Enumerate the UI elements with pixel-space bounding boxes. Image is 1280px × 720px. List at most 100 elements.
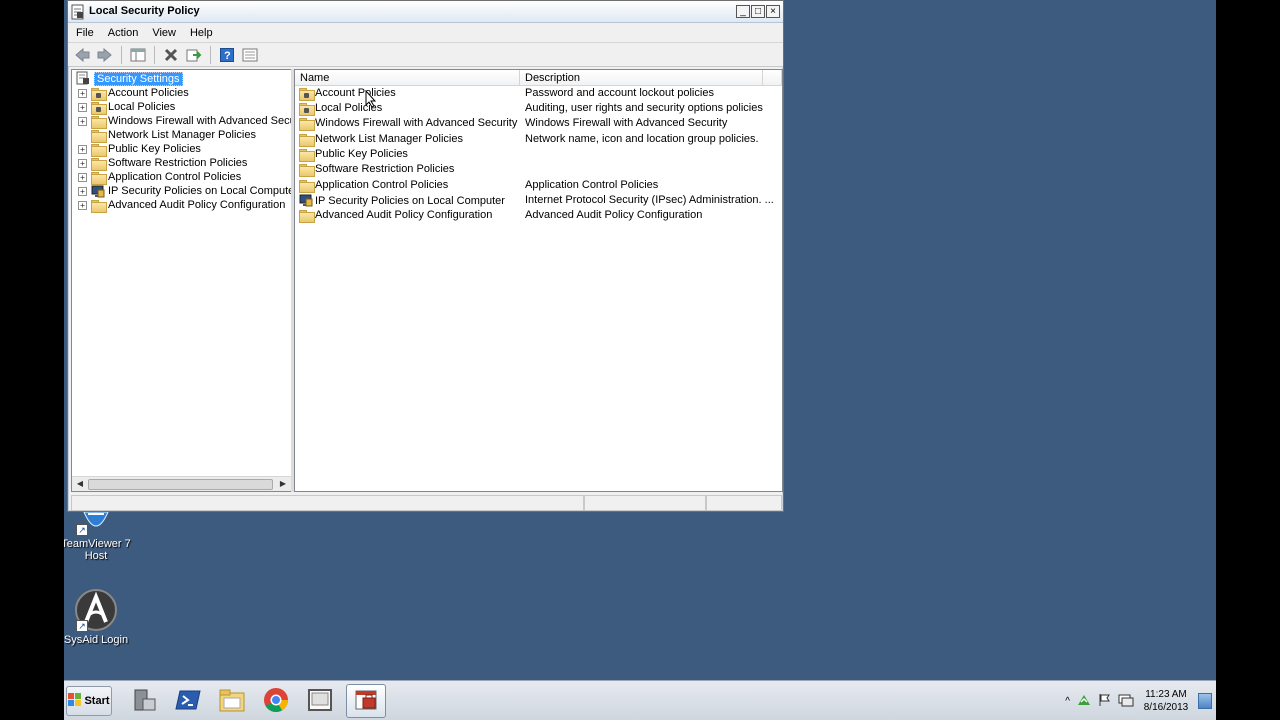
tree-item-public-key[interactable]: + Public Key Policies [78, 142, 201, 157]
toolbar-separator [210, 45, 211, 64]
ip-security-icon [299, 194, 313, 207]
properties-icon[interactable] [240, 46, 260, 64]
folder-lock-icon [299, 87, 315, 101]
folder-icon [91, 157, 107, 171]
toolbar-separator [154, 45, 155, 64]
list-row[interactable]: Advanced Audit Policy Configuration Adva… [295, 208, 782, 223]
menu-action[interactable]: Action [108, 27, 139, 39]
column-header-filler [763, 70, 782, 86]
menu-view[interactable]: View [152, 27, 176, 39]
row-description: Windows Firewall with Advanced Security [525, 117, 728, 129]
list-row[interactable]: Windows Firewall with Advanced Security … [295, 116, 782, 131]
shortcut-arrow-icon: ↗ [76, 620, 88, 632]
folder-icon [91, 115, 107, 129]
list-row[interactable]: Public Key Policies [295, 147, 782, 162]
menu-bar: File Action View Help [68, 23, 783, 43]
tree-item-label: Advanced Audit Policy Configuration [108, 199, 286, 211]
tree-item-advanced-audit[interactable]: + Advanced Audit Policy Configuration [78, 198, 286, 213]
tree-item-account-policies[interactable]: + Account Policies [78, 86, 189, 101]
network-icon[interactable] [1076, 693, 1092, 710]
tree-item-software-restriction[interactable]: + Software Restriction Policies [78, 156, 247, 171]
taskbar-local-security-policy[interactable] [346, 684, 386, 718]
server-manager-icon [131, 687, 157, 716]
list-row[interactable]: IP Security Policies on Local Computer I… [295, 193, 782, 208]
delete-icon[interactable] [161, 46, 181, 64]
tree-item-application-control[interactable]: + Application Control Policies [78, 170, 241, 185]
clock[interactable]: 11:23 AM 8/16/2013 [1140, 688, 1192, 714]
expand-icon[interactable]: + [78, 172, 87, 182]
row-name: IP Security Policies on Local Computer [315, 194, 505, 207]
tree-item-network-list-manager[interactable]: + Network List Manager Policies [78, 128, 256, 143]
tree-item-windows-firewall[interactable]: + Windows Firewall with Advanced Securit… [78, 114, 311, 129]
desktop-icon-sysaid[interactable]: ↗ SysAid Login [64, 588, 131, 646]
help-icon[interactable]: ? [217, 46, 237, 64]
powershell-icon [175, 687, 201, 716]
expand-icon[interactable]: + [78, 200, 87, 210]
taskbar-server-manager[interactable] [124, 684, 164, 718]
tree-root[interactable]: Security Settings [76, 71, 183, 86]
status-panel [584, 495, 706, 511]
toolbar-separator [121, 45, 122, 64]
status-panel [706, 495, 782, 511]
sysaid-icon: ↗ [74, 588, 118, 632]
local-security-policy-window: Local Security Policy _ □ × File Action … [67, 0, 784, 512]
explorer-icon [218, 687, 246, 716]
folder-lock-icon [91, 101, 107, 115]
list-row[interactable]: Software Restriction Policies [295, 162, 782, 177]
minimize-button[interactable]: _ [736, 5, 750, 18]
tree-root-label: Security Settings [94, 72, 183, 86]
action-center-flag-icon[interactable] [1098, 693, 1112, 710]
forward-icon[interactable] [95, 46, 115, 64]
tree-item-label: Network List Manager Policies [108, 129, 256, 141]
desktop-icon-label: SysAid Login [64, 634, 129, 646]
list-row[interactable]: Network List Manager Policies Network na… [295, 132, 782, 147]
export-icon[interactable] [184, 46, 204, 64]
tree-item-label: Account Policies [108, 87, 189, 99]
status-panel [71, 495, 584, 511]
expand-icon[interactable]: + [78, 158, 87, 168]
folder-icon [299, 179, 315, 193]
expand-icon[interactable]: + [78, 144, 87, 154]
title-bar[interactable]: Local Security Policy _ □ × [68, 1, 783, 23]
show-desktop-button[interactable] [1198, 693, 1212, 709]
expand-icon[interactable]: + [78, 88, 87, 98]
tree-item-label: IP Security Policies on Local Computer [108, 185, 298, 197]
list-row[interactable]: Application Control Policies Application… [295, 178, 782, 193]
taskbar: Start ^ 11:23 AM 8/16/2013 [64, 680, 1216, 720]
desktop: ↗ TeamViewer 7 Host ↗ SysAid Login Local… [64, 0, 1216, 720]
expand-icon[interactable]: + [78, 116, 87, 126]
expand-icon[interactable]: + [78, 102, 87, 112]
taskbar-chrome[interactable] [256, 684, 296, 718]
column-header-name[interactable]: Name [295, 70, 520, 86]
column-header-description[interactable]: Description [520, 70, 763, 86]
row-description: Auditing, user rights and security optio… [525, 102, 763, 114]
menu-file[interactable]: File [76, 27, 94, 39]
menu-help[interactable]: Help [190, 27, 213, 39]
tree-item-label: Windows Firewall with Advanced Security [108, 115, 311, 127]
row-name: Windows Firewall with Advanced Security [315, 117, 518, 129]
expand-icon[interactable]: + [78, 186, 87, 196]
tree-item-local-policies[interactable]: + Local Policies [78, 100, 175, 115]
scroll-right-icon[interactable]: ▶ [276, 478, 290, 490]
taskbar-media[interactable] [300, 684, 340, 718]
tree-item-ip-security[interactable]: + IP Security Policies on Local Computer [78, 184, 298, 198]
tree-pane: Security Settings + Account Policies + L… [71, 69, 310, 492]
show-hidden-icons-icon[interactable]: ^ [1065, 696, 1070, 707]
back-icon[interactable] [72, 46, 92, 64]
scroll-left-icon[interactable]: ◀ [73, 478, 87, 490]
show-hide-tree-icon[interactable] [128, 46, 148, 64]
teamviewer-icon: ↗ [74, 511, 118, 536]
close-button[interactable]: × [766, 5, 780, 18]
taskbar-explorer[interactable] [212, 684, 252, 718]
taskbar-powershell[interactable] [168, 684, 208, 718]
security-policy-icon [71, 4, 85, 20]
desktop-icon-teamviewer[interactable]: ↗ TeamViewer 7 Host [64, 511, 131, 562]
network-monitor-icon[interactable] [1118, 693, 1134, 710]
horizontal-scrollbar[interactable]: ◀ ▶ [72, 476, 291, 491]
maximize-button[interactable]: □ [751, 5, 765, 18]
shortcut-arrow-icon: ↗ [76, 524, 88, 536]
start-button[interactable]: Start [66, 686, 112, 716]
local-security-policy-icon [353, 687, 379, 716]
list-pane: Name Description Account Policies Passwo… [294, 69, 783, 492]
scrollbar-thumb[interactable] [88, 479, 273, 490]
